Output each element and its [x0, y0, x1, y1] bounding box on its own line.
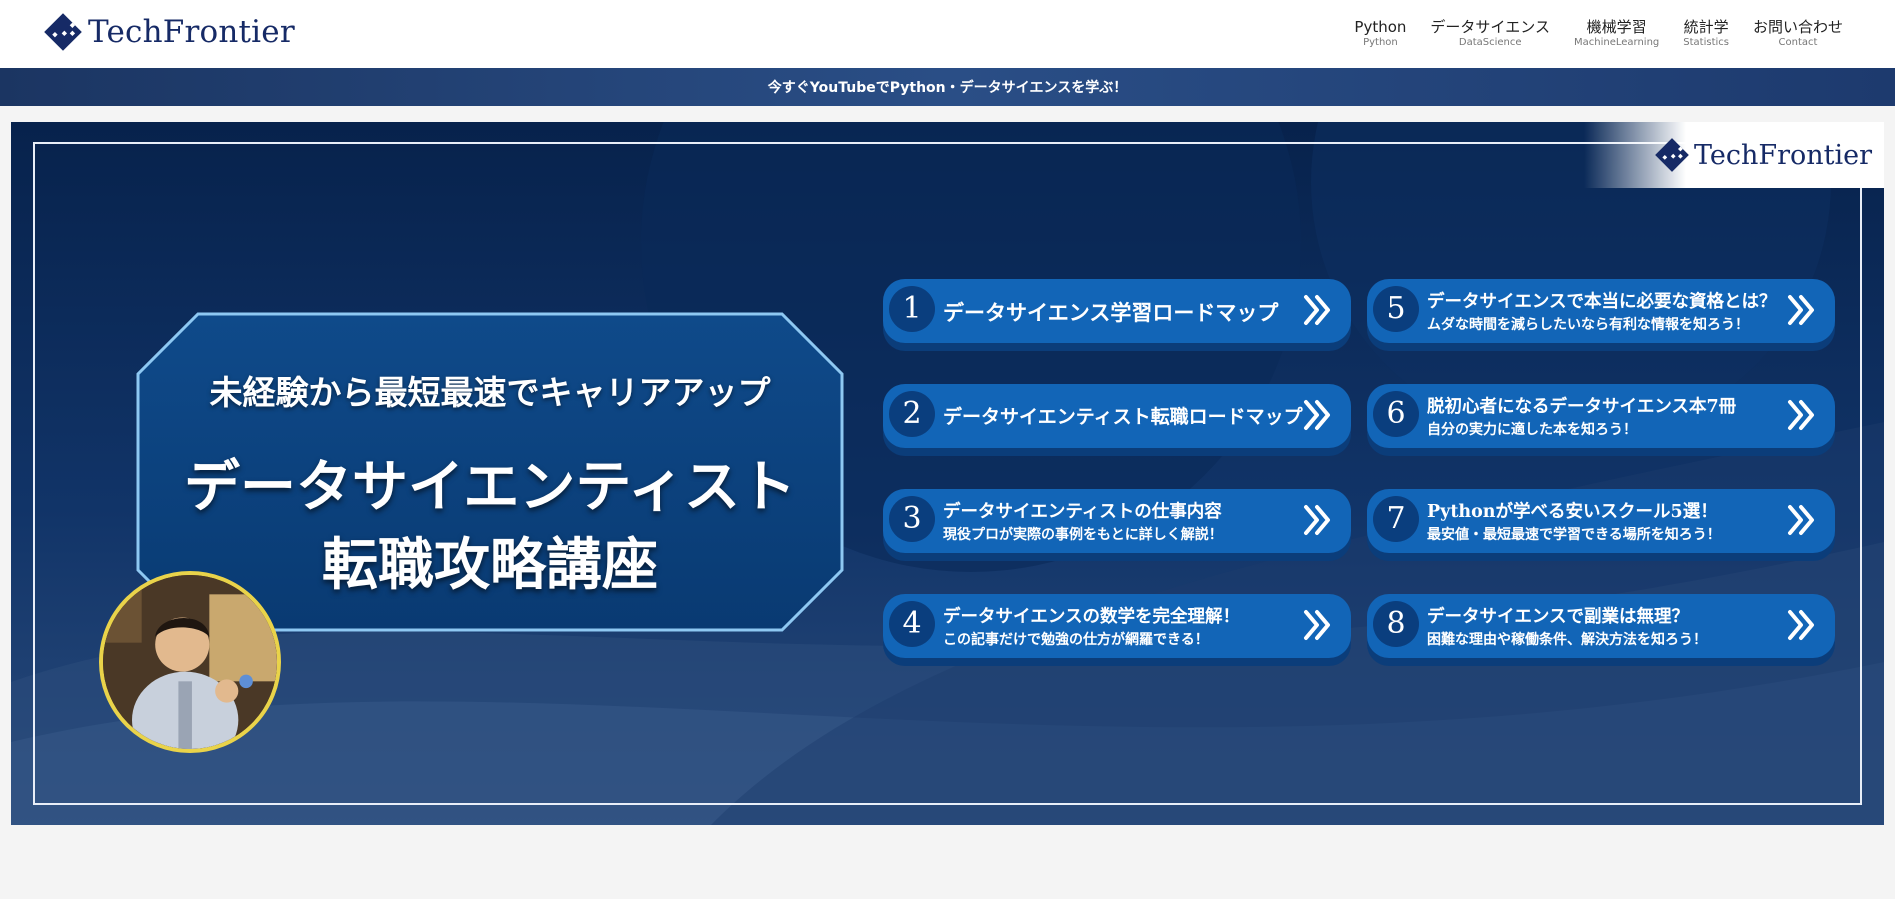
- course-number: 1: [889, 286, 935, 332]
- avatar: [99, 571, 281, 753]
- double-chevron-right-icon: [1788, 295, 1814, 325]
- nav-sub-label: Python: [1363, 37, 1398, 48]
- nav-label: お問い合わせ: [1752, 18, 1843, 36]
- diamond-grid-icon: [44, 13, 82, 51]
- course-subtitle: 未経験から最短最速でキャリアアップ: [209, 373, 771, 412]
- site-header: TechFrontier Python Python データサイエンス Data…: [0, 0, 1895, 68]
- course-link-title: データサイエンス学習ロードマップ: [943, 300, 1279, 325]
- nav-label: 統計学: [1683, 18, 1729, 36]
- course-number: 6: [1373, 391, 1419, 437]
- course-link-description: 現役プロが実際の事例をもとに詳しく解説！: [943, 527, 1223, 543]
- nav-item-datascience[interactable]: データサイエンス DataScience: [1430, 17, 1550, 49]
- course-number: 3: [889, 496, 935, 542]
- course-title-panel: 未経験から最短最速でキャリアアップ データサイエンティスト 転職攻略講座: [136, 312, 844, 632]
- course-number: 7: [1373, 496, 1419, 542]
- nav-sub-label: Statistics: [1683, 37, 1729, 48]
- youtube-banner[interactable]: 今すぐYouTubeでPython・データサイエンスを学ぶ！: [0, 68, 1895, 106]
- nav-sub-label: Contact: [1778, 37, 1818, 48]
- course-link-4[interactable]: 4 データサイエンスの数学を完全理解！ この記事だけで勉強の仕方が網羅できる！: [883, 594, 1351, 666]
- course-number: 4: [889, 601, 935, 647]
- course-link-6[interactable]: 6 脱初心者になるデータサイエンス本7冊 自分の実力に適した本を知ろう！: [1367, 384, 1835, 456]
- double-chevron-right-icon: [1788, 400, 1814, 430]
- course-link-description: 自分の実力に適した本を知ろう！: [1427, 422, 1637, 438]
- nav-label: データサイエンス: [1430, 18, 1550, 36]
- nav-label: Python: [1354, 18, 1407, 36]
- nav-item-statistics[interactable]: 統計学 Statistics: [1683, 17, 1729, 49]
- hero-section: TechFrontier 未経験から最短最速でキャリアアップ データサイエンティ…: [11, 122, 1884, 825]
- hero-logo-text: TechFrontier: [1693, 139, 1872, 171]
- course-title-line1: データサイエンティスト: [183, 454, 797, 520]
- course-link-description: 困難な理由や稼働条件、解決方法を知ろう！: [1427, 632, 1707, 648]
- nav-label: 機械学習: [1586, 18, 1647, 36]
- course-link-title: データサイエンティスト転職ロードマップ: [943, 406, 1303, 428]
- course-link-5[interactable]: 5 データサイエンスで本当に必要な資格とは？ ムダな時間を減らしたいなら有利な情…: [1367, 279, 1835, 351]
- double-chevron-right-icon: [1788, 505, 1814, 535]
- course-link-8[interactable]: 8 データサイエンスで副業は無理？ 困難な理由や稼働条件、解決方法を知ろう！: [1367, 594, 1835, 666]
- banner-text: 今すぐYouTubeでPython・データサイエンスを学ぶ！: [767, 80, 1128, 96]
- nav-item-contact[interactable]: お問い合わせ Contact: [1753, 17, 1843, 49]
- course-link-title: データサイエンスで副業は無理？: [1427, 607, 1689, 627]
- logo-text: TechFrontier: [88, 14, 295, 50]
- nav-item-python[interactable]: Python Python: [1354, 17, 1406, 49]
- course-link-title: 脱初心者になるデータサイエンス本7冊: [1427, 397, 1737, 417]
- double-chevron-right-icon: [1304, 505, 1330, 535]
- double-chevron-right-icon: [1304, 400, 1330, 430]
- course-link-description: ムダな時間を減らしたいなら有利な情報を知ろう！: [1427, 317, 1749, 333]
- course-link-description: この記事だけで勉強の仕方が網羅できる！: [943, 632, 1209, 648]
- hero-logo: TechFrontier: [1584, 122, 1884, 188]
- course-link-title: データサイエンスで本当に必要な資格とは？: [1427, 292, 1777, 312]
- course-link-title: データサイエンティストの仕事内容: [943, 502, 1222, 522]
- nav-sub-label: MachineLearning: [1573, 37, 1660, 48]
- course-link-7[interactable]: 7 Pythonが学べる安いスクール5選！ 最安値・最短最速で学習できる場所を知…: [1367, 489, 1835, 561]
- site-logo[interactable]: TechFrontier: [44, 12, 295, 52]
- main-nav: Python Python データサイエンス DataScience 機械学習 …: [1330, 17, 1843, 49]
- nav-item-machinelearning[interactable]: 機械学習 MachineLearning: [1574, 17, 1659, 49]
- double-chevron-right-icon: [1304, 610, 1330, 640]
- course-link-3[interactable]: 3 データサイエンティストの仕事内容 現役プロが実際の事例をもとに詳しく解説！: [883, 489, 1351, 561]
- course-number: 5: [1373, 286, 1419, 332]
- course-link-title: Pythonが学べる安いスクール5選！: [1427, 502, 1718, 522]
- double-chevron-right-icon: [1304, 295, 1330, 325]
- course-number: 2: [889, 391, 935, 437]
- double-chevron-right-icon: [1788, 610, 1814, 640]
- page-footer-space: [0, 825, 1895, 899]
- course-link-title: データサイエンスの数学を完全理解！: [943, 607, 1240, 627]
- course-link-description: 最安値・最短最速で学習できる場所を知ろう！: [1427, 527, 1721, 543]
- course-link-1[interactable]: 1 データサイエンス学習ロードマップ: [883, 279, 1351, 351]
- course-number: 8: [1373, 601, 1419, 647]
- nav-sub-label: DataScience: [1458, 37, 1522, 48]
- course-link-2[interactable]: 2 データサイエンティスト転職ロードマップ: [883, 384, 1351, 456]
- diamond-grid-icon: [1655, 138, 1689, 172]
